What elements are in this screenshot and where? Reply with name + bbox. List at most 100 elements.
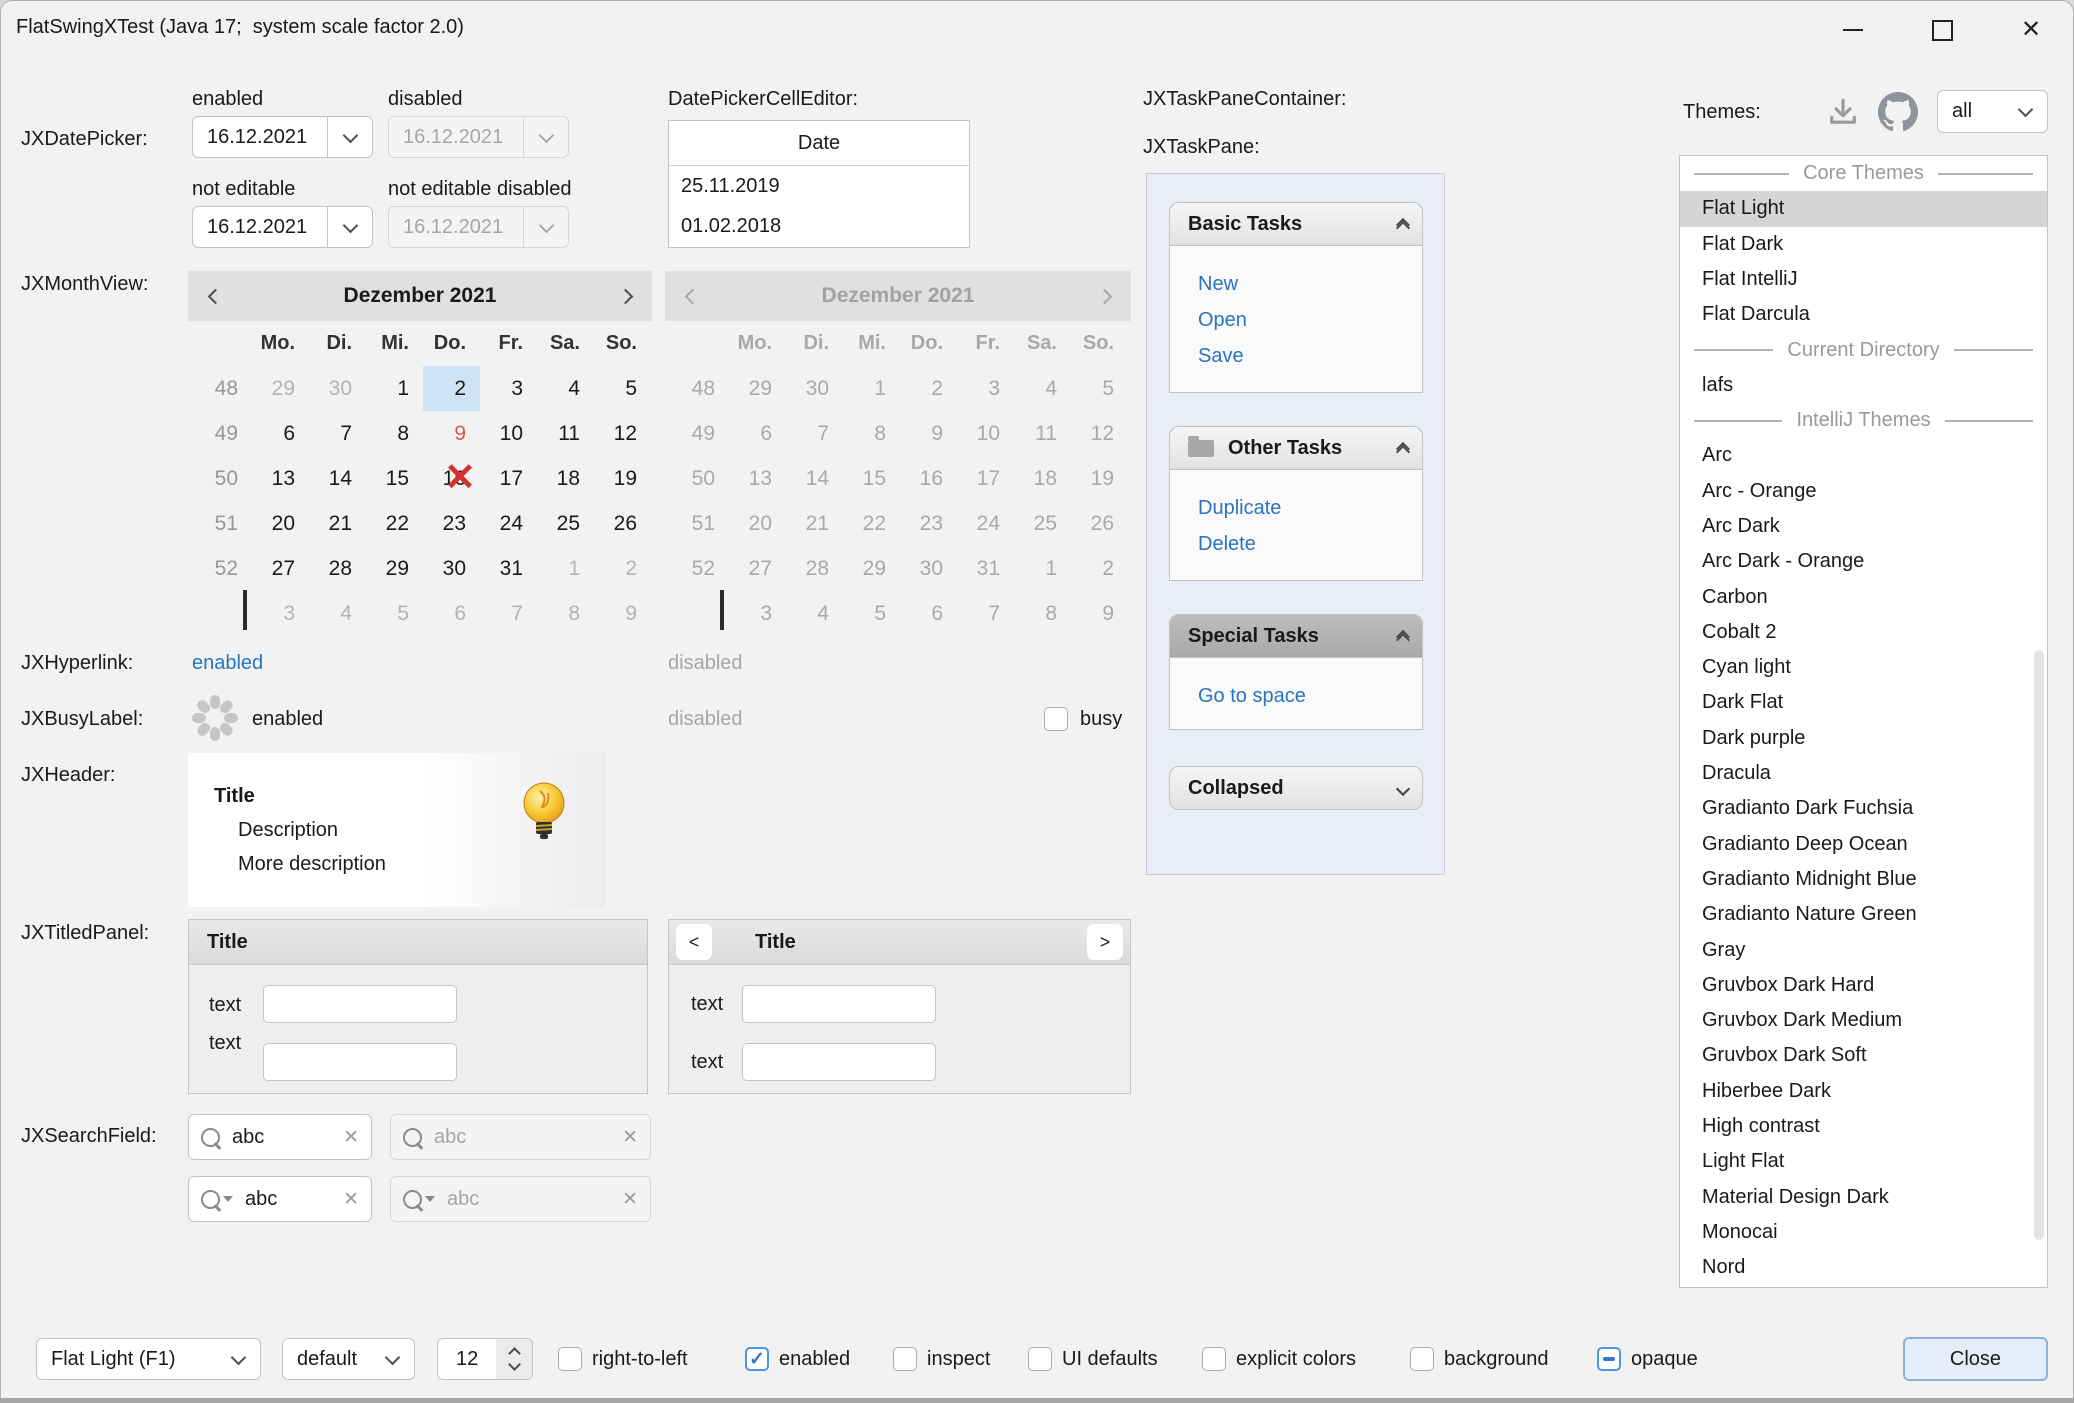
day-cell[interactable]: 3 xyxy=(480,366,537,411)
day-cell[interactable]: 7 xyxy=(480,591,537,636)
clear-search-icon[interactable]: ✕ xyxy=(343,1126,359,1149)
themes-list[interactable]: Core ThemesFlat LightFlat DarkFlat Intel… xyxy=(1679,155,2048,1288)
expand-icon[interactable] xyxy=(1398,782,1408,794)
day-cell[interactable]: 6 xyxy=(252,411,309,456)
lookandfeel-combo[interactable]: Flat Light (F1) xyxy=(36,1338,261,1380)
checkbox-inspect[interactable] xyxy=(893,1347,917,1371)
theme-list-item[interactable]: Gradianto Deep Ocean xyxy=(1680,827,2047,862)
day-cell[interactable]: 27 xyxy=(252,546,309,591)
datepicker-enabled[interactable]: 16.12.2021 xyxy=(192,116,373,158)
day-cell[interactable]: 18 xyxy=(537,456,594,501)
panel-left-button[interactable]: < xyxy=(676,924,712,960)
search-input[interactable]: abc xyxy=(220,1126,343,1149)
panel-right-button[interactable]: > xyxy=(1087,924,1123,960)
close-button[interactable]: Close xyxy=(1903,1337,2048,1381)
day-cell[interactable]: 31 xyxy=(480,546,537,591)
day-cell[interactable]: 9 xyxy=(594,591,651,636)
day-cell[interactable]: 24 xyxy=(480,501,537,546)
spinner-buttons[interactable] xyxy=(496,1339,532,1379)
theme-list-item[interactable]: Cobalt 2 xyxy=(1680,615,2047,650)
github-icon[interactable] xyxy=(1878,92,1918,132)
day-cell[interactable]: 29 xyxy=(252,366,309,411)
day-cell[interactable]: 5 xyxy=(594,366,651,411)
search-input[interactable]: abc xyxy=(233,1188,343,1211)
day-cell[interactable]: 4 xyxy=(309,591,366,636)
day-cell[interactable]: 2 xyxy=(594,546,651,591)
datepicker-enabled-dropdown[interactable] xyxy=(327,117,372,157)
theme-list-item[interactable]: Nord xyxy=(1680,1250,2047,1285)
theme-list-item[interactable]: Flat Light xyxy=(1680,191,2047,226)
day-cell[interactable]: 8 xyxy=(537,591,594,636)
task-pane-header[interactable]: Collapsed xyxy=(1169,766,1423,810)
theme-list-item[interactable]: High contrast xyxy=(1680,1109,2047,1144)
day-cell[interactable]: 21 xyxy=(309,501,366,546)
task-link[interactable]: New xyxy=(1198,266,1422,302)
collapse-icon[interactable] xyxy=(1398,440,1408,457)
scrollbar-thumb[interactable] xyxy=(2034,650,2044,1240)
day-cell[interactable]: 4 xyxy=(537,366,594,411)
hyperlink-enabled[interactable]: enabled xyxy=(192,649,263,677)
checkbox-explicit-colors[interactable] xyxy=(1202,1347,1226,1371)
day-cell[interactable]: 25 xyxy=(537,501,594,546)
theme-list-item[interactable]: Flat Dark xyxy=(1680,227,2047,262)
table-header-date[interactable]: Date xyxy=(669,121,969,166)
task-link[interactable]: Duplicate xyxy=(1198,490,1422,526)
collapse-icon[interactable] xyxy=(1398,216,1408,233)
day-cell[interactable]: 22 xyxy=(366,501,423,546)
day-cell[interactable]: 7 xyxy=(309,411,366,456)
day-cell[interactable]: 5 xyxy=(366,591,423,636)
task-link[interactable]: Save xyxy=(1198,338,1422,374)
day-cell[interactable]: 12 xyxy=(594,411,651,456)
next-month-button[interactable] xyxy=(600,271,650,321)
day-cell[interactable]: 14 xyxy=(309,456,366,501)
text-input[interactable] xyxy=(263,1043,457,1081)
day-cell[interactable]: 3 xyxy=(252,591,309,636)
maximize-button[interactable] xyxy=(1911,6,1973,54)
theme-list-item[interactable]: Arc Dark - Orange xyxy=(1680,544,2047,579)
theme-list-item[interactable]: Flat Darcula xyxy=(1680,297,2047,332)
busy-checkbox[interactable] xyxy=(1044,707,1068,731)
minimize-button[interactable] xyxy=(1822,6,1884,54)
search-field-menu-enabled[interactable]: abc ✕ xyxy=(188,1176,372,1222)
day-cell[interactable]: 15 xyxy=(366,456,423,501)
day-cell[interactable]: 13 xyxy=(252,456,309,501)
day-cell[interactable]: 9 xyxy=(423,411,480,456)
theme-list-item[interactable]: Gruvbox Dark Medium xyxy=(1680,1003,2047,1038)
theme-list-item[interactable]: Gruvbox Dark Soft xyxy=(1680,1038,2047,1073)
day-cell[interactable]: 30 xyxy=(309,366,366,411)
theme-list-item[interactable]: Light Flat xyxy=(1680,1144,2047,1179)
theme-list-item[interactable]: Hiberbee Dark xyxy=(1680,1074,2047,1109)
theme-list-item[interactable]: Dark purple xyxy=(1680,721,2047,756)
close-window-button[interactable]: ✕ xyxy=(2000,6,2062,54)
day-cell[interactable]: 10 xyxy=(480,411,537,456)
themes-filter-combo[interactable]: all xyxy=(1937,90,2048,133)
theme-list-item[interactable]: Gradianto Midnight Blue xyxy=(1680,862,2047,897)
theme-list-item[interactable]: Arc xyxy=(1680,438,2047,473)
day-cell[interactable]: 6 xyxy=(423,591,480,636)
day-cell[interactable]: 26 xyxy=(594,501,651,546)
datepicker-noteditable[interactable]: 16.12.2021 xyxy=(192,206,373,248)
download-icon[interactable] xyxy=(1826,96,1860,130)
theme-list-item[interactable]: Monocai xyxy=(1680,1215,2047,1250)
day-cell[interactable]: 11 xyxy=(537,411,594,456)
theme-list-item[interactable]: Gray xyxy=(1680,933,2047,968)
theme-list-item[interactable]: Gruvbox Dark Hard xyxy=(1680,968,2047,1003)
checkbox-right-to-left[interactable] xyxy=(558,1347,582,1371)
font-size-value[interactable]: 12 xyxy=(438,1348,496,1371)
checkbox-background[interactable] xyxy=(1410,1347,1434,1371)
cell-editor-table[interactable]: Date 25.11.2019 01.02.2018 xyxy=(668,120,970,248)
theme-list-item[interactable]: Arc - Orange xyxy=(1680,474,2047,509)
theme-list-item[interactable]: Dracula xyxy=(1680,756,2047,791)
day-cell[interactable]: 1 xyxy=(366,366,423,411)
font-combo[interactable]: default xyxy=(282,1338,415,1380)
checkbox-opaque[interactable] xyxy=(1597,1347,1621,1371)
search-field-enabled[interactable]: abc ✕ xyxy=(188,1114,372,1160)
theme-list-item[interactable]: Cyan light xyxy=(1680,650,2047,685)
task-pane-header[interactable]: Basic Tasks xyxy=(1169,202,1423,246)
text-input[interactable] xyxy=(263,985,457,1023)
theme-list-item[interactable]: Flat IntelliJ xyxy=(1680,262,2047,297)
day-cell[interactable]: 29 xyxy=(366,546,423,591)
theme-list-item[interactable]: Material Design Dark xyxy=(1680,1180,2047,1215)
day-cell[interactable]: 2 xyxy=(423,366,480,411)
task-link[interactable]: Open xyxy=(1198,302,1422,338)
